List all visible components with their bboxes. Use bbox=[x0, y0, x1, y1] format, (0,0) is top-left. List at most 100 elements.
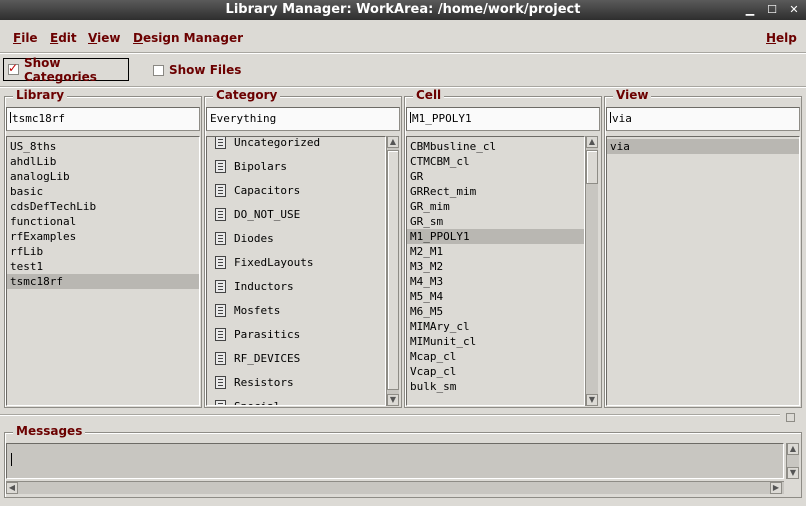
pane-splitter[interactable] bbox=[0, 414, 780, 416]
category-field-value: Everything bbox=[210, 112, 277, 125]
splitter-handle[interactable] bbox=[786, 413, 795, 422]
library-list-item[interactable]: cdsDefTechLib bbox=[7, 199, 199, 214]
library-item-label: US_8ths bbox=[10, 140, 57, 153]
scroll-down-arrow-icon[interactable]: ▼ bbox=[387, 394, 399, 406]
cell-list-item[interactable]: GR_sm bbox=[407, 214, 584, 229]
cell-list-item[interactable]: M1_PPOLY1 bbox=[407, 229, 584, 244]
scroll-up-arrow-icon[interactable]: ▲ bbox=[387, 136, 399, 148]
cell-item-label: bulk_sm bbox=[410, 380, 457, 393]
category-list-item[interactable]: Capacitors bbox=[207, 178, 385, 202]
messages-vscrollbar[interactable]: ▲ ▼ bbox=[786, 443, 799, 479]
scroll-down-arrow-icon[interactable]: ▼ bbox=[586, 394, 598, 406]
show-files-checkbox[interactable] bbox=[153, 64, 164, 76]
library-list-item[interactable]: analogLib bbox=[7, 169, 199, 184]
library-list-item[interactable]: rfLib bbox=[7, 244, 199, 259]
cell-list-item[interactable]: bulk_sm bbox=[407, 379, 584, 394]
category-list[interactable]: Uncategorized Bipolars Capacitors DO_NOT_US… bbox=[206, 136, 386, 406]
show-categories-checkbox[interactable] bbox=[8, 61, 19, 75]
library-item-label: cdsDefTechLib bbox=[10, 200, 97, 213]
library-field[interactable]: tsmc18rf bbox=[6, 107, 200, 131]
category-list-item[interactable]: Diodes bbox=[207, 226, 385, 250]
cell-list[interactable]: CBMbusline_cl CTMCBM_cl GR GRRect_mim GR_mim… bbox=[406, 136, 585, 406]
category-list-item[interactable]: Uncategorized bbox=[207, 137, 385, 154]
category-list-item[interactable]: Bipolars bbox=[207, 154, 385, 178]
library-list-item[interactable]: ahdlLib bbox=[7, 154, 199, 169]
category-folder-icon bbox=[215, 137, 226, 149]
cell-list-item[interactable]: MIMunit_cl bbox=[407, 334, 584, 349]
cell-list-item[interactable]: GR_mim bbox=[407, 199, 584, 214]
maximize-icon[interactable]: ☐ bbox=[766, 4, 778, 16]
view-field[interactable]: via bbox=[606, 107, 800, 131]
category-list-item[interactable]: Special bbox=[207, 394, 385, 405]
category-scrollbar[interactable]: ▲ ▼ bbox=[386, 136, 399, 406]
text-cursor bbox=[410, 112, 411, 123]
library-list-item[interactable]: test1 bbox=[7, 259, 199, 274]
cell-list-item[interactable]: GR bbox=[407, 169, 584, 184]
category-folder-icon bbox=[215, 159, 226, 173]
close-icon[interactable]: ✕ bbox=[788, 4, 800, 16]
cell-list-item[interactable]: Mcap_cl bbox=[407, 349, 584, 364]
scroll-up-arrow-icon[interactable]: ▲ bbox=[787, 443, 799, 455]
show-categories-toggle[interactable]: Show Categories bbox=[3, 56, 129, 84]
scroll-left-arrow-icon[interactable]: ◀ bbox=[6, 482, 18, 494]
library-list-item[interactable]: tsmc18rf bbox=[7, 274, 199, 289]
category-items: Uncategorized Bipolars Capacitors DO_NOT_US… bbox=[207, 137, 385, 405]
view-list-item[interactable]: via bbox=[607, 139, 799, 154]
category-scroll-thumb[interactable] bbox=[387, 150, 399, 390]
menu-edit[interactable]: Edit bbox=[50, 31, 77, 45]
cell-item-label: M6_M5 bbox=[410, 305, 444, 318]
show-files-toggle[interactable]: Show Files bbox=[153, 62, 241, 78]
cell-list-item[interactable]: M2_M1 bbox=[407, 244, 584, 259]
category-list-item[interactable]: Resistors bbox=[207, 370, 385, 394]
menu-design-manager[interactable]: Design Manager bbox=[133, 31, 243, 45]
library-list-item[interactable]: US_8ths bbox=[7, 139, 199, 154]
category-folder-icon bbox=[215, 327, 226, 341]
cell-list-item[interactable]: M6_M5 bbox=[407, 304, 584, 319]
cell-field[interactable]: M1_PPOLY1 bbox=[406, 107, 600, 131]
category-list-item[interactable]: Mosfets bbox=[207, 298, 385, 322]
category-label: Category bbox=[213, 88, 281, 102]
scroll-down-arrow-icon[interactable]: ▼ bbox=[787, 467, 799, 479]
cell-scroll-thumb[interactable] bbox=[586, 150, 598, 184]
category-field[interactable]: Everything bbox=[206, 107, 400, 131]
library-list-item[interactable]: basic bbox=[7, 184, 199, 199]
category-list-item[interactable]: RF_DEVICES bbox=[207, 346, 385, 370]
cell-label: Cell bbox=[413, 88, 445, 102]
cell-list-item[interactable]: CTMCBM_cl bbox=[407, 154, 584, 169]
menu-bar: File Edit View Design Manager Help bbox=[0, 28, 806, 50]
category-item-label: RF_DEVICES bbox=[234, 351, 301, 365]
cell-list-item[interactable]: Vcap_cl bbox=[407, 364, 584, 379]
scroll-up-arrow-icon[interactable]: ▲ bbox=[586, 136, 598, 148]
library-list-item[interactable]: rfExamples bbox=[7, 229, 199, 244]
library-list[interactable]: US_8ths ahdlLib analogLib basic cdsDefTechLi… bbox=[6, 136, 200, 406]
cell-list-item[interactable]: GRRect_mim bbox=[407, 184, 584, 199]
cell-list-item[interactable]: MIMAry_cl bbox=[407, 319, 584, 334]
menu-file[interactable]: File bbox=[13, 31, 38, 45]
category-folder-icon bbox=[215, 399, 226, 405]
messages-area[interactable] bbox=[6, 443, 784, 479]
minimize-icon[interactable]: ▁ bbox=[744, 4, 756, 16]
library-item-label: basic bbox=[10, 185, 44, 198]
library-list-item[interactable]: functional bbox=[7, 214, 199, 229]
category-list-item[interactable]: DO_NOT_USE bbox=[207, 202, 385, 226]
cell-list-item[interactable]: M3_M2 bbox=[407, 259, 584, 274]
category-list-item[interactable]: Inductors bbox=[207, 274, 385, 298]
cell-item-label: GR_sm bbox=[410, 215, 444, 228]
menu-separator bbox=[0, 52, 806, 54]
category-list-item[interactable]: FixedLayouts bbox=[207, 250, 385, 274]
messages-hscrollbar[interactable]: ◀ ▶ bbox=[6, 481, 784, 494]
cell-list-item[interactable]: CBMbusline_cl bbox=[407, 139, 584, 154]
category-list-item[interactable]: Parasitics bbox=[207, 322, 385, 346]
cell-scrollbar[interactable]: ▲ ▼ bbox=[585, 136, 598, 406]
cell-list-item[interactable]: M4_M3 bbox=[407, 274, 584, 289]
menu-help[interactable]: Help bbox=[766, 31, 797, 45]
menu-view[interactable]: View bbox=[88, 31, 120, 45]
library-item-label: rfLib bbox=[10, 245, 44, 258]
category-item-label: DO_NOT_USE bbox=[234, 207, 301, 221]
cell-list-item[interactable]: M5_M4 bbox=[407, 289, 584, 304]
view-field-value: via bbox=[612, 112, 632, 125]
view-list[interactable]: via bbox=[606, 136, 800, 406]
library-label: Library bbox=[13, 88, 68, 102]
scroll-right-arrow-icon[interactable]: ▶ bbox=[770, 482, 782, 494]
category-item-label: Bipolars bbox=[234, 159, 287, 173]
